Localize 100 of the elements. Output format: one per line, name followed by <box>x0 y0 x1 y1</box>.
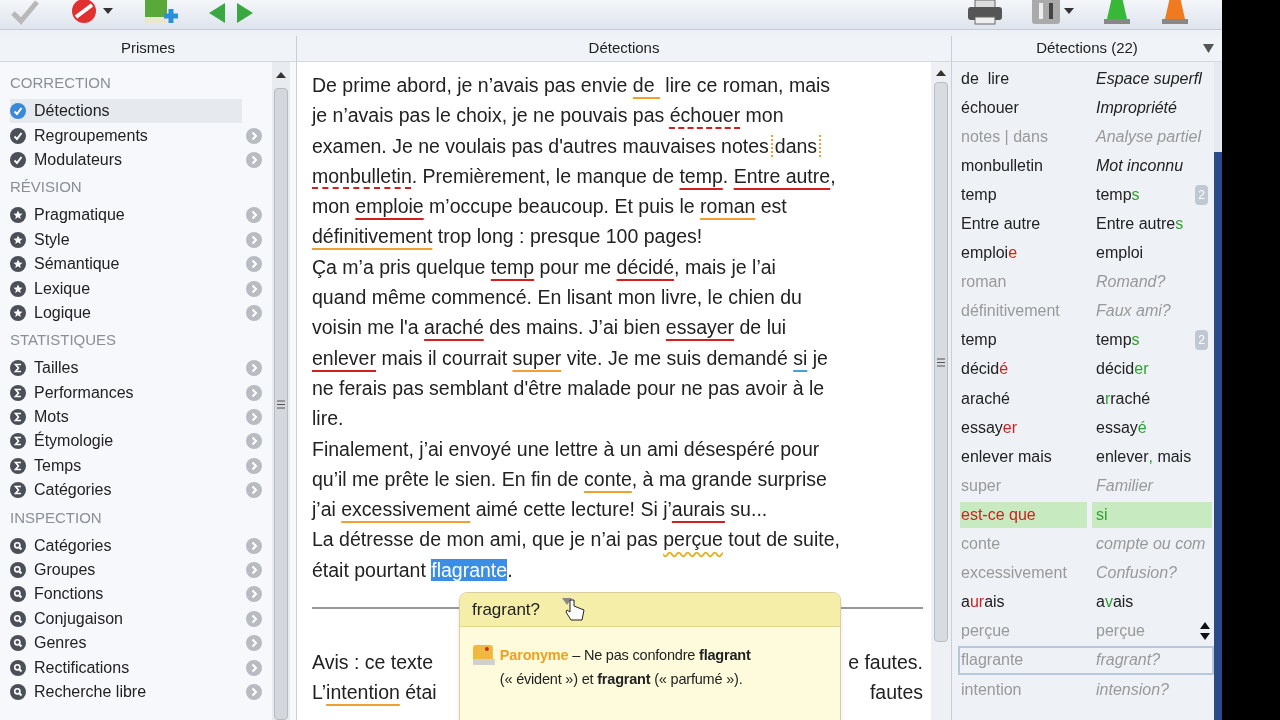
sidebar-item[interactable]: Modulateurs <box>10 147 272 173</box>
text-line: Avis : ce texte <box>312 650 434 676</box>
suggestion-text: intension? <box>1095 679 1170 700</box>
detection-row[interactable]: temp temps 2 <box>958 325 1214 355</box>
sidebar-item[interactable]: Tailles <box>10 356 272 381</box>
sidebar-item[interactable]: Fonctions <box>10 582 272 607</box>
chevron-circle-icon[interactable] <box>246 433 262 450</box>
suggestion-text: avais <box>1095 592 1135 613</box>
detected-text: emploie <box>960 243 1019 264</box>
text-line: définitivement trop long : presque 100 pages! <box>312 224 703 250</box>
sidebar-item[interactable]: Catégories <box>10 533 272 558</box>
scrollbar[interactable] <box>272 62 290 720</box>
detection-row[interactable]: enlever mais enlever, mais <box>958 442 1214 472</box>
text-line: mon emploie m’occupe beaucoup. Et puis le roman est <box>312 194 787 220</box>
detection-row[interactable]: Entre autre Entre autres <box>958 209 1214 239</box>
sidebar-item[interactable]: Groupes <box>10 557 272 583</box>
detected-text: conte <box>960 534 1002 555</box>
up-down-arrows-icon[interactable] <box>1200 621 1210 642</box>
sigma-circle-icon <box>10 360 26 377</box>
text-line: voisin me l'a araché des mains. J’ai bien essayer de lui <box>312 315 787 341</box>
text-line: j’ai excessivement aimé cette lecture! Si j’aurais su... <box>312 497 768 523</box>
chevron-circle-icon[interactable] <box>246 256 262 273</box>
detected-text: perçue <box>960 621 1011 642</box>
sidebar-item[interactable]: Conjugaison <box>10 606 272 632</box>
sidebar-item[interactable]: Rectifications <box>10 655 272 680</box>
chevron-circle-icon[interactable] <box>246 304 262 321</box>
detection-row[interactable]: essayer essayé <box>958 413 1214 443</box>
detection-row[interactable]: est-ce que si <box>958 500 1214 530</box>
detection-row[interactable]: décidé décider <box>958 354 1214 385</box>
suggestion-text: temps <box>1095 184 1141 205</box>
text-line: L’intention étai <box>312 680 437 706</box>
caret-icon[interactable] <box>1064 8 1074 14</box>
sidebar-item[interactable]: Détections <box>10 99 242 124</box>
detection-row[interactable]: araché arraché <box>958 384 1214 414</box>
cone-icon[interactable] <box>1160 0 1190 25</box>
chevron-circle-icon[interactable] <box>246 207 262 224</box>
suggestion-text: Analyse partiel <box>1094 126 1203 147</box>
chevron-circle-icon[interactable] <box>246 231 262 248</box>
sidebar-item[interactable]: Style <box>10 227 272 252</box>
chevron-circle-icon[interactable] <box>246 562 262 579</box>
chevron-circle-icon[interactable] <box>246 409 262 426</box>
scrollbar[interactable] <box>931 62 951 720</box>
sidebar-item[interactable]: Logique <box>10 300 272 326</box>
detected-text: définitivement <box>960 301 1061 322</box>
chevron-circle-icon[interactable] <box>246 659 262 676</box>
scroll-up-icon[interactable] <box>276 72 286 78</box>
detection-row[interactable]: de lire Espace superfl <box>958 64 1214 94</box>
suggestion-text: compte ou com <box>1095 534 1207 555</box>
sidebar-item[interactable]: Recherche libre <box>10 679 272 705</box>
tools-icon[interactable] <box>1031 0 1061 25</box>
chevron-circle-icon[interactable] <box>246 151 262 168</box>
detection-row[interactable]: monbulletin Mot inconnu <box>958 151 1214 181</box>
caret-icon[interactable] <box>103 8 113 14</box>
detection-row[interactable]: aurais avais <box>958 587 1214 617</box>
section-header: CORRECTION <box>10 73 112 94</box>
panel-header: Prismes <box>0 36 296 62</box>
sidebar-item[interactable]: Étymologie <box>10 429 272 454</box>
sidebar-item[interactable]: Temps <box>10 453 272 479</box>
dropdown-triangle-icon[interactable] <box>1203 44 1214 53</box>
sidebar-item[interactable]: Performances <box>10 380 272 405</box>
tooltip-title: fragrant? <box>472 598 541 621</box>
chevron-circle-icon[interactable] <box>246 635 262 652</box>
checkmark-icon[interactable] <box>10 0 40 25</box>
star-circle-icon <box>10 304 26 321</box>
sidebar-item[interactable]: Lexique <box>10 276 272 301</box>
suggestion-text: Familier <box>1095 475 1155 496</box>
chevron-circle-icon[interactable] <box>246 482 262 499</box>
chevron-circle-icon[interactable] <box>246 384 262 401</box>
suggestion-text: enlever, mais <box>1095 446 1193 467</box>
chevron-circle-icon[interactable] <box>246 457 262 474</box>
chevron-circle-icon[interactable] <box>246 360 262 377</box>
cone-icon[interactable] <box>1102 0 1132 25</box>
chevron-circle-icon[interactable] <box>246 586 262 603</box>
printer-icon[interactable] <box>967 0 1003 25</box>
detected-text: araché <box>960 388 1011 409</box>
chevron-circle-icon[interactable] <box>246 684 262 700</box>
detection-row[interactable]: échouer Impropriété <box>958 93 1214 123</box>
sidebar-item[interactable]: Pragmatique <box>10 203 272 228</box>
chevron-circle-icon[interactable] <box>246 537 262 554</box>
scrollbar[interactable] <box>1214 62 1222 720</box>
suggestion-text: fragrant? <box>1095 650 1162 671</box>
scroll-up-icon[interactable] <box>936 70 946 76</box>
sidebar-item[interactable]: Mots <box>10 404 272 430</box>
sidebar-item[interactable]: Genres <box>10 631 272 656</box>
sigma-circle-icon <box>10 433 26 450</box>
sidebar-item[interactable]: Catégories <box>10 478 272 503</box>
chevron-circle-icon[interactable] <box>246 610 262 627</box>
left-right-arrows-icon[interactable] <box>207 1 255 25</box>
grip-icon <box>937 357 945 367</box>
star-circle-icon <box>10 207 26 224</box>
chevron-circle-icon[interactable] <box>246 127 262 144</box>
detection-row[interactable]: emploie emploi <box>958 238 1214 268</box>
sidebar-item[interactable]: Sémantique <box>10 251 272 277</box>
sidebar-item[interactable]: Regroupements <box>10 123 272 148</box>
suggestion-text: perçue <box>1095 621 1146 642</box>
detected-text: échouer <box>960 97 1020 118</box>
text-line: était pourtant flagrante. <box>312 557 513 583</box>
chevron-circle-icon[interactable] <box>246 280 262 297</box>
text-line: De prime abord, je n’avais pas envie de lire ce roman, mais <box>312 73 831 98</box>
detection-row[interactable]: temp temps 2 <box>958 180 1214 210</box>
